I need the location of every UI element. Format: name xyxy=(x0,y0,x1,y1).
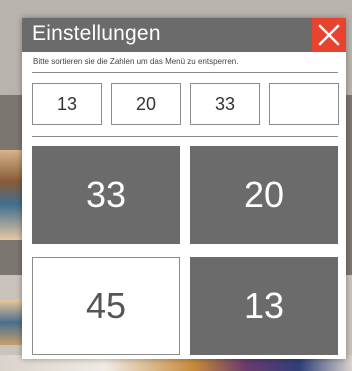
number-tile[interactable]: 13 xyxy=(190,257,338,355)
number-slot-2: 20 xyxy=(111,83,181,125)
divider xyxy=(32,72,338,73)
dialog-instructions: Bitte sortieren sie die Zahlen um das Me… xyxy=(33,57,239,66)
number-tile[interactable]: 20 xyxy=(190,146,338,244)
dialog-title: Einstellungen xyxy=(32,22,161,45)
sorted-number-slots: 13 20 33 xyxy=(32,83,339,125)
background-artwork xyxy=(0,300,24,345)
settings-dialog: Einstellungen Bitte sortieren sie die Za… xyxy=(22,18,346,359)
dialog-titlebar: Einstellungen xyxy=(22,18,346,52)
number-tiles-grid: 33 20 45 13 xyxy=(32,146,338,356)
close-button[interactable] xyxy=(312,18,346,52)
number-slot-4 xyxy=(269,83,339,125)
divider xyxy=(32,136,338,137)
close-x-icon xyxy=(318,24,340,46)
number-slot-1: 13 xyxy=(32,83,102,125)
number-tile[interactable]: 45 xyxy=(32,257,180,355)
number-tile[interactable]: 33 xyxy=(32,146,180,244)
number-slot-3: 33 xyxy=(190,83,260,125)
background-artwork xyxy=(0,150,24,240)
